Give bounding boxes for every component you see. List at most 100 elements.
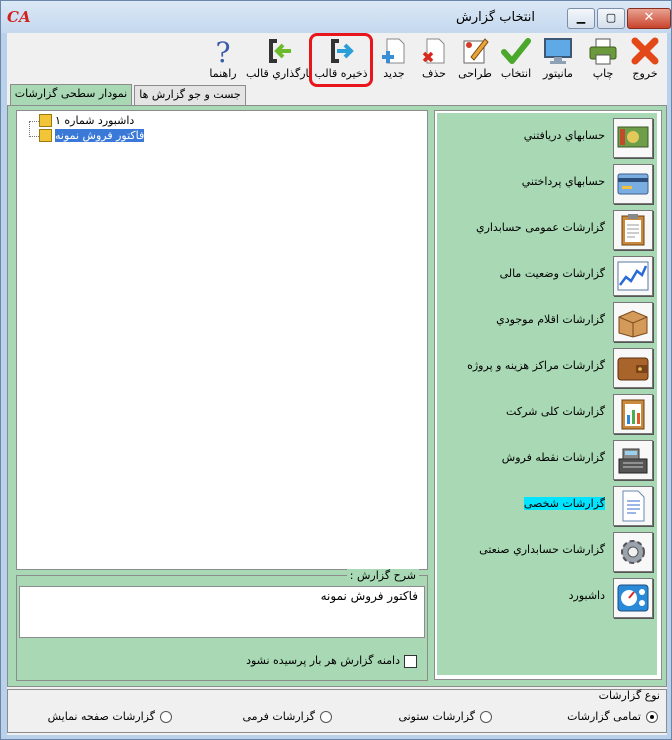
toolbar: خروج چاپ مانیتور انتخاب طراحی حذف جدید ذ… [7, 33, 667, 87]
category-label: گزارشات وضعيت مالی [499, 267, 605, 280]
tree-item-label: داشبورد شماره ۱ [55, 114, 135, 127]
title-bar[interactable]: CA انتخاب گزارش ▁ ▢ ✕ [1, 1, 671, 33]
category-label: گزارشات حسابداري صنعتی [479, 543, 605, 556]
category-personal[interactable]: گزارشات شخصی [437, 483, 657, 529]
tab-strip: نمودار سطحی گزارشات جست و جو گزارش ها [7, 84, 667, 106]
category-general-accounting[interactable]: گزارشات عمومی حسابداري [437, 207, 657, 253]
category-label: حسابهاي دريافتني [523, 129, 605, 142]
category-list: حسابهاي دريافتني حسابهاي پرداختني گزارشا… [434, 110, 662, 680]
category-label: گزارشات نقطه فروش [501, 451, 605, 464]
tree-item-sample-invoice[interactable]: فاکتور فروش نمونه [55, 128, 145, 143]
radio-column-reports[interactable]: گزارشات ستونی [398, 710, 492, 723]
payables-card-icon [613, 164, 653, 204]
radio-screen-reports[interactable]: گزارشات صفحه نمایش [48, 710, 172, 723]
print-button[interactable]: چاپ [583, 35, 623, 83]
load-template-icon [269, 39, 291, 63]
category-industrial-accounting[interactable]: گزارشات حسابداري صنعتی [437, 529, 657, 575]
report-folder-icon [39, 114, 52, 127]
radio-button-icon [480, 711, 492, 723]
category-label: حسابهاي پرداختني [521, 175, 605, 188]
monitor-icon [544, 38, 572, 64]
wallet-icon [613, 348, 653, 388]
help-question-icon: ? [215, 36, 230, 67]
category-label: گزارشات شخصی [523, 497, 605, 510]
maximize-button[interactable]: ▢ [597, 8, 625, 29]
radio-button-icon [320, 711, 332, 723]
cash-register-icon [613, 440, 653, 480]
tree-item-label: فاکتور فروش نمونه [55, 129, 145, 142]
exit-label: خروج [632, 67, 658, 80]
radio-label: گزارشات صفحه نمایش [47, 710, 155, 723]
category-financial-status[interactable]: گزارشات وضعيت مالی [437, 253, 657, 299]
category-inventory[interactable]: گزارشات اقلام موجودي [437, 299, 657, 345]
radio-form-reports[interactable]: گزارشات فرمی [243, 710, 332, 723]
window-title: انتخاب گزارش [456, 10, 535, 25]
close-window-button[interactable]: ✕ [627, 8, 671, 29]
radio-label: گزارشات فرمی [242, 710, 315, 723]
print-label: چاپ [592, 67, 614, 80]
dashboard-icon [613, 578, 653, 618]
client-area: خروج چاپ مانیتور انتخاب طراحی حذف جدید ذ… [7, 33, 667, 735]
design-pencil-icon [463, 38, 489, 64]
delete-doc-icon [422, 38, 445, 64]
report-folder-icon [39, 129, 52, 142]
design-button[interactable]: طراحی [455, 35, 495, 83]
category-cost-centers[interactable]: گزارشات مراكز هزينه و پروژه [437, 345, 657, 391]
tab-search-reports[interactable]: جست و جو گزارش ها [134, 85, 246, 105]
printer-icon [589, 38, 617, 65]
save-template-highlight [309, 33, 373, 87]
personal-doc-icon [613, 486, 653, 526]
load-template-button[interactable]: بارگذاري قالب [245, 35, 313, 83]
radio-button-icon [646, 711, 658, 723]
description-label: شرح گزارش : [346, 569, 419, 582]
load-template-label: بارگذاري قالب [246, 67, 312, 80]
gear-icon [613, 532, 653, 572]
category-payables[interactable]: حسابهاي پرداختني [437, 161, 657, 207]
inventory-box-icon [613, 302, 653, 342]
radio-all-reports[interactable]: تمامی گزارشات [567, 710, 658, 723]
help-label: راهنما [209, 67, 237, 80]
exit-button[interactable]: خروج [625, 35, 665, 83]
ask-range-checkbox[interactable] [404, 654, 417, 668]
new-button[interactable]: جدید [377, 35, 411, 83]
ask-range-label: دامنه گزارش هر بار پرسیده نشود [246, 654, 400, 667]
svg-text:?: ? [215, 36, 230, 67]
category-receivables[interactable]: حسابهاي دريافتني [437, 115, 657, 161]
category-label: گزارشات مراكز هزينه و پروژه [467, 359, 605, 372]
radio-button-icon [160, 711, 172, 723]
new-doc-icon [382, 38, 405, 64]
radio-label: تمامی گزارشات [567, 710, 641, 723]
report-type-group: نوع گزارشات تمامی گزارشات گزارشات ستونی … [7, 689, 667, 733]
monitor-button[interactable]: مانیتور [537, 35, 579, 83]
clipboard-icon [613, 210, 653, 250]
tree-item-dashboard-1[interactable]: داشبورد شماره ۱ [55, 113, 134, 128]
select-button[interactable]: انتخاب [497, 35, 535, 83]
category-label: گزارشات اقلام موجودي [496, 313, 605, 326]
main-panel: داشبورد شماره ۱ فاکتور فروش نمونه شرح گز… [7, 105, 667, 687]
description-group: شرح گزارش : فاکتور فروش نمونه دامنه گزار… [16, 569, 428, 681]
checkmark-icon [501, 38, 531, 64]
company-report-icon [613, 394, 653, 434]
help-button[interactable]: ? راهنما [203, 35, 243, 83]
category-label: گزارشات كلی شركت [506, 405, 605, 418]
category-label: داشبورد [568, 589, 605, 602]
chart-line-icon [613, 256, 653, 296]
category-company[interactable]: گزارشات كلی شركت [437, 391, 657, 437]
category-point-of-sale[interactable]: گزارشات نقطه فروش [437, 437, 657, 483]
close-x-icon [631, 37, 659, 65]
minimize-button[interactable]: ▁ [567, 8, 595, 29]
radio-label: گزارشات ستونی [398, 710, 475, 723]
category-dashboard[interactable]: داشبورد [437, 575, 657, 621]
select-label: انتخاب [500, 67, 532, 80]
category-label: گزارشات عمومی حسابداري [475, 221, 605, 234]
category-list-inner: حسابهاي دريافتني حسابهاي پرداختني گزارشا… [437, 113, 657, 675]
app-logo-icon: CA [7, 8, 31, 26]
description-text[interactable]: فاکتور فروش نمونه [19, 586, 425, 638]
new-label: جدید [383, 67, 405, 80]
receivables-icon [613, 118, 653, 158]
tab-tree-view[interactable]: نمودار سطحی گزارشات [10, 84, 132, 106]
delete-button[interactable]: حذف [417, 35, 451, 83]
report-tree[interactable]: داشبورد شماره ۱ فاکتور فروش نمونه [16, 110, 428, 570]
tree-connector [29, 121, 30, 137]
ask-range-checkbox-row[interactable]: دامنه گزارش هر بار پرسیده نشود [246, 654, 417, 668]
